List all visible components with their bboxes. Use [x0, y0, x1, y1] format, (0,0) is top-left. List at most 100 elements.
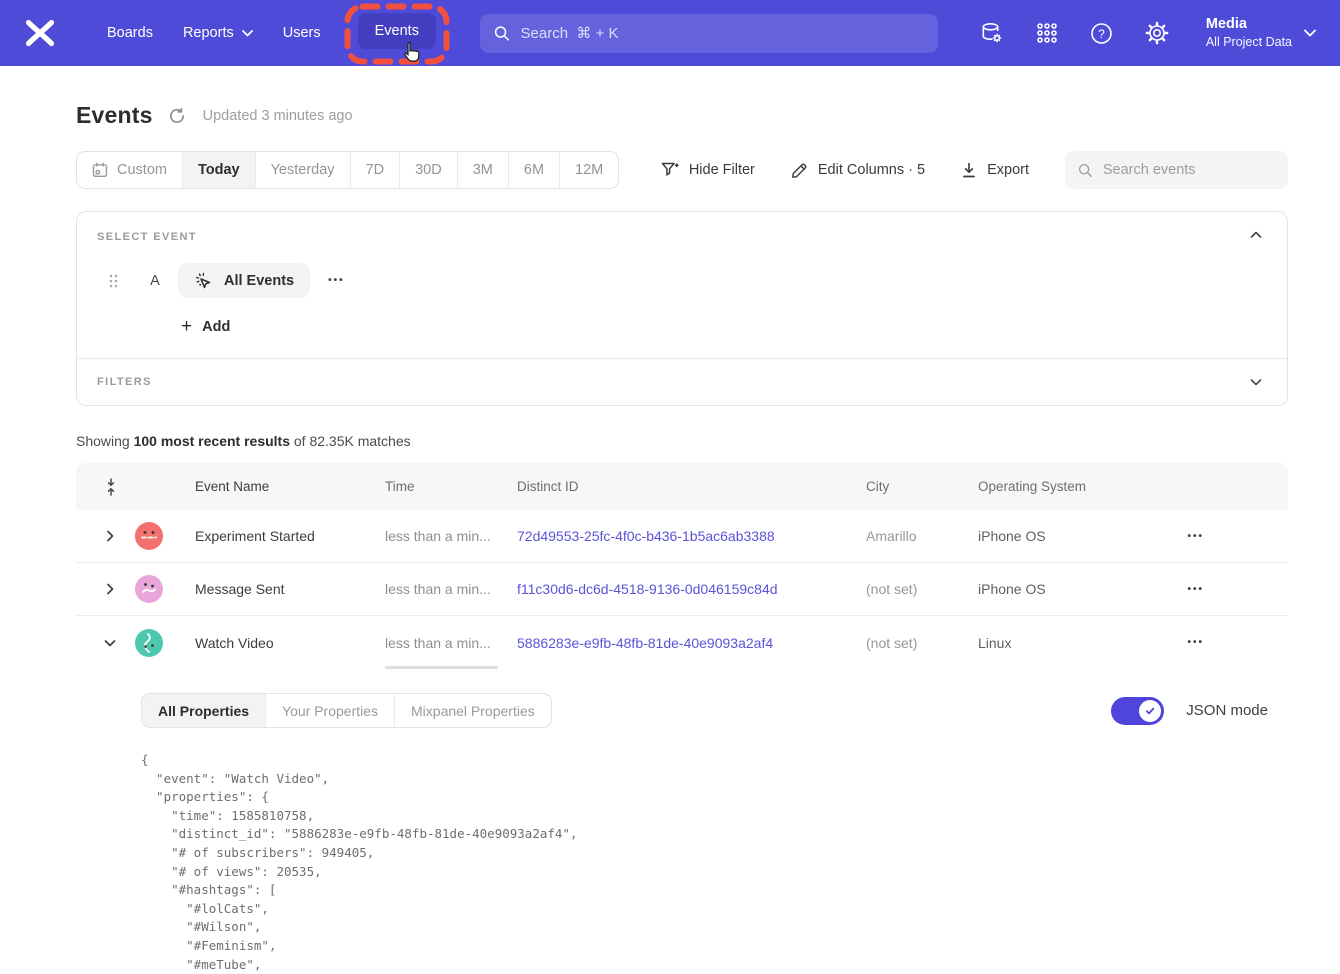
event-name-cell: Message Sent [195, 581, 385, 597]
project-scope: All Project Data [1206, 34, 1292, 50]
os-cell: Linux [978, 635, 1178, 651]
city-cell: Amarillo [866, 528, 978, 544]
edit-columns-button[interactable]: Edit Columns · 5 [791, 162, 925, 179]
drag-handle-icon[interactable] [108, 273, 118, 289]
collapse-row-chevron-icon[interactable] [104, 637, 116, 649]
search-icon [494, 25, 510, 42]
edit-columns-label: Edit Columns · 5 [818, 162, 925, 178]
search-icon [1078, 162, 1093, 179]
table-row[interactable]: Message Sent less than a min... f11c30d6… [76, 563, 1288, 616]
refresh-button[interactable] [168, 106, 188, 126]
refresh-icon [168, 107, 186, 125]
nav-item-reports-label: Reports [183, 25, 234, 41]
date-range-30d[interactable]: 30D [399, 152, 457, 188]
time-cell: less than a min... [385, 635, 517, 651]
column-header-event-name: Event Name [195, 479, 385, 494]
table-header-row: Event Name Time Distinct ID City Operati… [76, 463, 1288, 510]
project-switcher[interactable]: Media All Project Data [1206, 15, 1316, 50]
all-events-icon [194, 271, 214, 291]
hide-filter-label: Hide Filter [689, 162, 755, 178]
date-range-6m[interactable]: 6M [508, 152, 559, 188]
page-title: Events [76, 102, 153, 129]
help-button[interactable]: ? [1090, 21, 1114, 45]
table-row[interactable]: Experiment Started less than a min... 72… [76, 510, 1288, 563]
date-range-custom[interactable]: Custom [77, 152, 182, 188]
nav-item-users[interactable]: Users [268, 15, 336, 51]
expand-filters-chevron-icon[interactable] [1249, 375, 1263, 389]
sort-by-time-icon[interactable] [104, 478, 118, 496]
global-search-input[interactable] [521, 25, 924, 42]
event-selector-chip[interactable]: All Events [178, 263, 310, 298]
horizontal-scrollbar[interactable] [385, 666, 498, 669]
event-json-view: { "event": "Watch Video", "properties": … [141, 751, 1268, 974]
date-range-30d-label: 30D [415, 162, 442, 178]
properties-tabs: All Properties Your Properties Mixpanel … [141, 693, 552, 728]
search-events-box [1065, 151, 1288, 189]
filters-section[interactable]: FILTERS [77, 359, 1287, 405]
tab-your-properties-label: Your Properties [282, 703, 378, 719]
project-name: Media [1206, 15, 1292, 34]
event-avatar [135, 575, 163, 603]
date-range-3m-label: 3M [473, 162, 493, 178]
plus-icon: + [181, 317, 192, 336]
expand-row-chevron-icon[interactable] [104, 530, 116, 542]
date-range-7d[interactable]: 7D [350, 152, 400, 188]
date-range-3m[interactable]: 3M [457, 152, 508, 188]
column-header-os: Operating System [978, 479, 1178, 494]
tab-your-properties[interactable]: Your Properties [265, 694, 394, 727]
search-events-input[interactable] [1103, 162, 1275, 178]
date-range-yesterday[interactable]: Yesterday [255, 152, 350, 188]
date-range-12m-label: 12M [575, 162, 603, 178]
mixpanel-logo[interactable] [24, 18, 58, 48]
chevron-down-icon [242, 30, 253, 37]
date-range-yesterday-label: Yesterday [271, 162, 335, 178]
results-prefix: Showing [76, 433, 134, 449]
date-range-today-label: Today [198, 162, 240, 178]
distinct-id-link[interactable]: 5886283e-e9fb-48fb-81de-40e9093a2af4 [517, 635, 773, 651]
add-event-button[interactable]: + Add [181, 317, 230, 336]
column-header-city: City [866, 479, 978, 494]
event-name-cell: Watch Video [195, 635, 385, 651]
date-range-12m[interactable]: 12M [559, 152, 618, 188]
date-range-today[interactable]: Today [182, 152, 255, 188]
expand-row-chevron-icon[interactable] [104, 583, 116, 595]
svg-text:?: ? [1099, 26, 1106, 40]
results-summary: Showing 100 most recent results of 82.35… [76, 433, 1288, 449]
collapse-select-event-chevron-icon[interactable] [1249, 228, 1263, 242]
data-management-button[interactable] [980, 21, 1004, 45]
gear-icon [1145, 21, 1169, 45]
export-button[interactable]: Export [961, 162, 1029, 179]
column-header-distinct-id: Distinct ID [517, 479, 866, 494]
mouse-cursor-icon [398, 41, 420, 63]
filter-funnel-icon [661, 162, 679, 179]
settings-button[interactable] [1145, 21, 1169, 45]
events-nav-highlight: Events [344, 1, 450, 65]
distinct-id-link[interactable]: 72d49553-25fc-4f0c-b436-1b5ac6ab3388 [517, 528, 775, 544]
help-icon: ? [1090, 22, 1113, 45]
os-cell: iPhone OS [978, 581, 1178, 597]
row-more-options-button[interactable]: ••• [1187, 637, 1204, 648]
table-row-expanded[interactable]: Watch Video less than a min... 5886283e-… [76, 616, 1288, 669]
column-header-time: Time [385, 479, 517, 494]
event-more-options-button[interactable]: ••• [328, 275, 345, 286]
last-updated-text: Updated 3 minutes ago [203, 108, 353, 124]
event-avatar [135, 522, 163, 550]
tab-mixpanel-properties-label: Mixpanel Properties [411, 703, 535, 719]
tab-all-properties[interactable]: All Properties [142, 694, 265, 727]
nav-item-boards[interactable]: Boards [92, 15, 168, 51]
hide-filter-button[interactable]: Hide Filter [661, 162, 755, 179]
nav-item-reports[interactable]: Reports [168, 15, 268, 51]
results-suffix: of 82.35K matches [290, 433, 411, 449]
row-more-options-button[interactable]: ••• [1187, 584, 1204, 595]
download-icon [961, 162, 977, 179]
distinct-id-link[interactable]: f11c30d6-dc6d-4518-9136-0d046159c84d [517, 581, 778, 597]
json-mode-toggle[interactable] [1111, 697, 1164, 725]
tab-mixpanel-properties[interactable]: Mixpanel Properties [394, 694, 551, 727]
apps-grid-button[interactable] [1035, 21, 1059, 45]
events-table: Event Name Time Distinct ID City Operati… [76, 463, 1288, 974]
date-range-7d-label: 7D [366, 162, 385, 178]
row-more-options-button[interactable]: ••• [1187, 531, 1204, 542]
pencil-icon [791, 162, 808, 179]
event-row-letter: A [142, 273, 168, 289]
results-count: 100 most recent results [134, 433, 290, 449]
